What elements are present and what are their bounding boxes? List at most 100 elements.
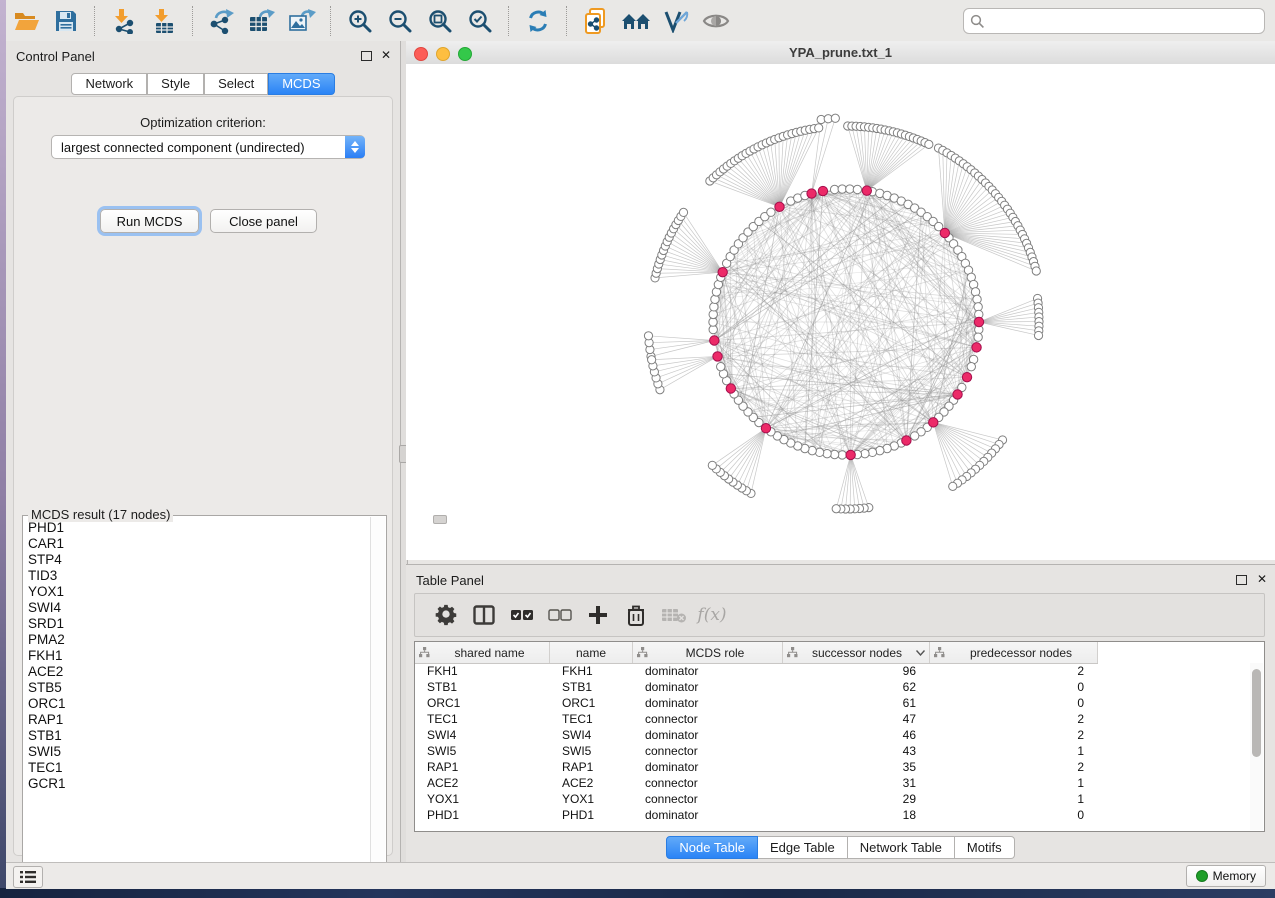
search-box[interactable]	[963, 8, 1265, 34]
table-row[interactable]: SWI4SWI4dominator462	[415, 727, 1250, 743]
mcds-list-scrollbar[interactable]	[370, 517, 385, 867]
dropdown-stepper-icon	[345, 136, 365, 158]
toolbar-separator	[330, 6, 332, 36]
mcds-result-item[interactable]: YOX1	[28, 584, 371, 600]
table-row[interactable]: PHD1PHD1dominator180	[415, 807, 1250, 823]
cell-mcds-role: connector	[633, 743, 783, 759]
mcds-result-item[interactable]: TID3	[28, 568, 371, 584]
cell-successor-nodes: 35	[783, 759, 930, 775]
run-mcds-button[interactable]: Run MCDS	[100, 209, 199, 233]
zoom-in-icon[interactable]	[343, 5, 377, 37]
save-session-icon[interactable]	[49, 5, 83, 37]
tab-style[interactable]: Style	[147, 73, 204, 95]
horizontal-splitter-grip[interactable]	[433, 515, 447, 524]
table-row[interactable]: ACE2ACE2connector311	[415, 775, 1250, 791]
hide-visual-props-icon[interactable]	[659, 5, 693, 37]
mcds-result-item[interactable]: TEC1	[28, 760, 371, 776]
mcds-result-item[interactable]: PMA2	[28, 632, 371, 648]
network-window-titlebar[interactable]: YPA_prune.txt_1	[406, 41, 1275, 65]
mcds-result-item[interactable]: ACE2	[28, 664, 371, 680]
settings-gear-icon[interactable]	[427, 598, 465, 632]
show-graphics-details-icon[interactable]	[699, 5, 733, 37]
cell-predecessor-nodes: 0	[930, 695, 1098, 711]
tab-select[interactable]: Select	[204, 73, 268, 95]
table-scrollbar[interactable]	[1250, 663, 1263, 830]
close-panel-icon[interactable]: ✕	[381, 48, 391, 62]
float-window-icon[interactable]	[361, 51, 372, 61]
table-row[interactable]: RAP1RAP1dominator352	[415, 759, 1250, 775]
tab-network[interactable]: Network	[71, 73, 147, 95]
float-window-icon[interactable]	[1236, 575, 1247, 585]
tab-motifs[interactable]: Motifs	[955, 836, 1015, 859]
table-body: FKH1FKH1dominator962STB1STB1dominator620…	[415, 663, 1250, 831]
memory-button[interactable]: Memory	[1186, 865, 1266, 887]
optimization-criterion-dropdown[interactable]: largest connected component (undirected)	[51, 135, 365, 159]
zoom-fit-icon[interactable]	[423, 5, 457, 37]
close-panel-icon[interactable]: ✕	[1257, 572, 1267, 586]
column-header-predecessor-nodes[interactable]: predecessor nodes	[930, 642, 1098, 663]
mcds-result-item[interactable]: SWI5	[28, 744, 371, 760]
mcds-result-item[interactable]: ORC1	[28, 696, 371, 712]
control-panel-tabs: NetworkStyleSelectMCDS	[6, 73, 400, 95]
control-panel-title: Control Panel	[16, 49, 95, 64]
tab-mcds[interactable]: MCDS	[268, 73, 334, 95]
cell-name: ORC1	[550, 695, 633, 711]
table-row[interactable]: FKH1FKH1dominator962	[415, 663, 1250, 679]
mcds-result-item[interactable]: RAP1	[28, 712, 371, 728]
search-input[interactable]	[985, 13, 1258, 29]
optimization-criterion-label: Optimization criterion:	[14, 115, 392, 130]
scrollbar-thumb[interactable]	[1252, 669, 1261, 757]
show-columns-icon[interactable]	[465, 598, 503, 632]
mcds-result-item[interactable]: SRD1	[28, 616, 371, 632]
table-row[interactable]: TEC1TEC1connector472	[415, 711, 1250, 727]
import-network-icon[interactable]	[107, 5, 141, 37]
mcds-result-item[interactable]: FKH1	[28, 648, 371, 664]
network-canvas[interactable]	[406, 64, 1275, 560]
import-table-icon[interactable]	[147, 5, 181, 37]
tab-edge-table[interactable]: Edge Table	[758, 836, 848, 859]
mcds-result-item[interactable]: CAR1	[28, 536, 371, 552]
table-row[interactable]: STB1STB1dominator620	[415, 679, 1250, 695]
add-column-icon[interactable]	[579, 598, 617, 632]
network-view-window: YPA_prune.txt_1	[406, 41, 1275, 560]
home-layout-icon[interactable]	[619, 5, 653, 37]
mcds-result-list[interactable]: PHD1CAR1STP4TID3YOX1SWI4SRD1PMA2FKH1ACE2…	[24, 517, 371, 867]
delete-column-icon[interactable]	[617, 598, 655, 632]
tab-network-table[interactable]: Network Table	[848, 836, 955, 859]
task-history-button[interactable]	[13, 866, 43, 888]
column-header-name[interactable]: name	[550, 642, 633, 663]
unselect-all-icon[interactable]	[541, 598, 579, 632]
function-builder-icon[interactable]: f(x)	[693, 598, 731, 632]
zoom-out-icon[interactable]	[383, 5, 417, 37]
column-header-shared-name[interactable]: shared name	[415, 642, 550, 663]
mcds-result-item[interactable]: PHD1	[28, 520, 371, 536]
mcds-result-item[interactable]: STB1	[28, 728, 371, 744]
zoom-selected-icon[interactable]	[463, 5, 497, 37]
mcds-result-item[interactable]: SWI4	[28, 600, 371, 616]
tab-node-table[interactable]: Node Table	[666, 836, 758, 859]
mcds-result-item[interactable]: STB5	[28, 680, 371, 696]
export-image-icon[interactable]	[285, 5, 319, 37]
cell-successor-nodes: 29	[783, 791, 930, 807]
clone-network-icon[interactable]	[579, 5, 613, 37]
cell-predecessor-nodes: 0	[930, 807, 1098, 823]
open-file-icon[interactable]	[9, 5, 43, 37]
network-graph[interactable]	[406, 64, 1275, 560]
table-row[interactable]: ORC1ORC1dominator610	[415, 695, 1250, 711]
cell-predecessor-nodes: 1	[930, 791, 1098, 807]
cell-name: ACE2	[550, 775, 633, 791]
mcds-result-item[interactable]: GCR1	[28, 776, 371, 792]
refresh-icon[interactable]	[521, 5, 555, 37]
export-table-icon[interactable]	[245, 5, 279, 37]
close-panel-button[interactable]: Close panel	[210, 209, 317, 233]
select-all-icon[interactable]	[503, 598, 541, 632]
export-network-icon[interactable]	[205, 5, 239, 37]
column-header-mcds-role[interactable]: MCDS role	[633, 642, 783, 663]
mcds-result-item[interactable]: STP4	[28, 552, 371, 568]
cell-successor-nodes: 62	[783, 679, 930, 695]
table-toolbar: f(x)	[414, 593, 1265, 637]
delete-table-icon[interactable]	[655, 598, 693, 632]
table-row[interactable]: YOX1YOX1connector291	[415, 791, 1250, 807]
column-header-successor-nodes[interactable]: successor nodes	[783, 642, 930, 663]
table-row[interactable]: SWI5SWI5connector431	[415, 743, 1250, 759]
